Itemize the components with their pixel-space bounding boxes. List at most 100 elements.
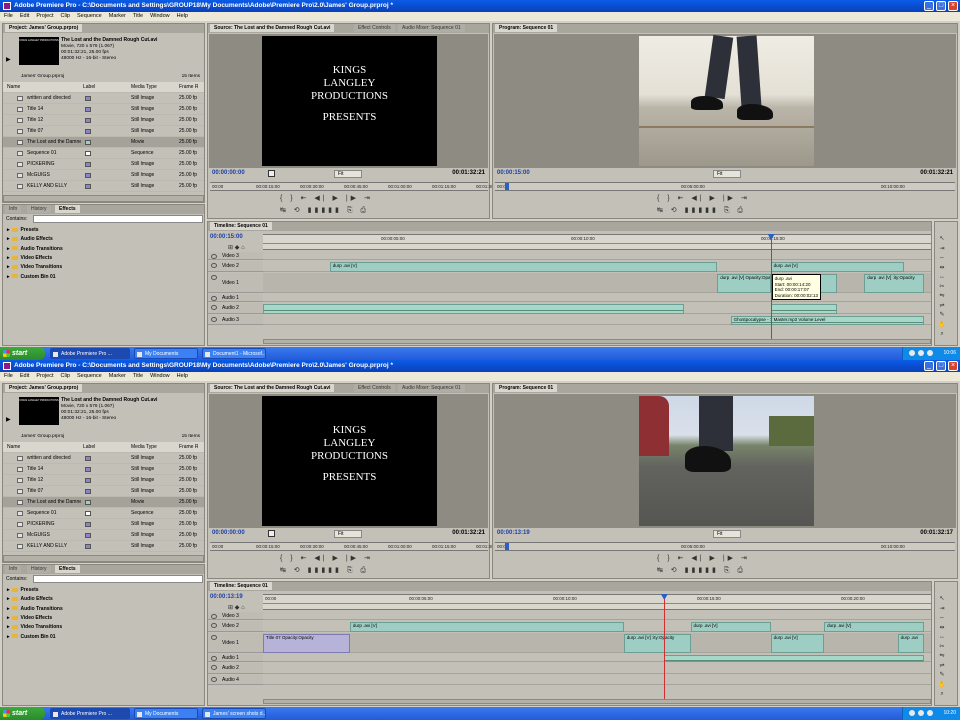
effects-folder[interactable]: ▸ Video Effects bbox=[7, 254, 52, 263]
effects-folder[interactable]: ▸ Presets bbox=[7, 586, 39, 595]
source-time-ruler[interactable]: 00:00 00:00:15:00 00:00:30:00 00:00:45:00 00… bbox=[210, 182, 495, 191]
menu-help[interactable]: Help bbox=[177, 373, 188, 379]
tray-icon[interactable] bbox=[927, 350, 933, 356]
effects-folder[interactable]: ▸ Audio Effects bbox=[7, 235, 53, 244]
project-item[interactable]: Sequence 01 Sequence 25.00 fp bbox=[3, 508, 204, 519]
eye-icon[interactable] bbox=[211, 254, 217, 259]
column-media-type[interactable]: Media Type bbox=[131, 442, 157, 453]
speaker-icon[interactable] bbox=[211, 677, 217, 682]
maximize-button[interactable]: □ bbox=[936, 361, 946, 371]
ripple-edit-icon[interactable]: ⇔ bbox=[938, 255, 946, 262]
source-transport-controls[interactable]: { } ⇤ ◀| ▶ |▶ ⇥ bbox=[280, 194, 373, 204]
program-time-ruler[interactable]: 00:00 00:05:00:00 00:10:00:00 bbox=[495, 542, 955, 551]
tab-source[interactable]: Source: The Lost and the Damned Rough Cu… bbox=[210, 384, 335, 392]
pen-icon[interactable]: ✎ bbox=[938, 312, 946, 319]
track-header[interactable]: Video 2 bbox=[208, 621, 263, 632]
effects-search-input[interactable] bbox=[33, 215, 203, 223]
pen-icon[interactable]: ✎ bbox=[938, 672, 946, 679]
speaker-icon[interactable] bbox=[211, 317, 217, 322]
expand-triangle-icon[interactable]: ▸ bbox=[7, 624, 10, 630]
menu-marker[interactable]: Marker bbox=[109, 373, 126, 379]
timeline-clip[interactable]: durp .avi [V] Opacity:Opacity bbox=[717, 274, 771, 293]
taskbar-item[interactable]: Adobe Premiere Pro ... bbox=[50, 708, 130, 719]
timeline-time-ruler[interactable]: 00:00:05:00 00:00:10:00 00:00:15:00 bbox=[263, 234, 931, 250]
maximize-button[interactable]: □ bbox=[936, 1, 946, 11]
effects-folder[interactable]: ▸ Video Effects bbox=[7, 614, 52, 623]
eye-icon[interactable] bbox=[211, 275, 217, 280]
slide-icon[interactable]: ⇌ bbox=[938, 663, 946, 670]
tab-source[interactable]: Source: The Lost and the Damned Rough Cu… bbox=[210, 24, 335, 32]
source-transport-controls[interactable]: { } ⇤ ◀| ▶ |▶ ⇥ bbox=[280, 554, 373, 564]
taskbar-item[interactable]: Document1 - Microsof... bbox=[202, 348, 266, 359]
project-item[interactable]: PICKERING Still Image 25.00 fp bbox=[3, 519, 204, 530]
tab-audio-mixer[interactable]: Audio Mixer: Sequence 01 bbox=[398, 24, 465, 32]
source-jog-controls[interactable]: ↹ ⟲ ▮▮▮▮▮ ⎘ ⎙ bbox=[280, 566, 369, 576]
timeline-clip[interactable]: Ghostpocalypse - 7 Master.mp3 Volume:Lev… bbox=[730, 316, 925, 325]
taskbar-item[interactable]: James' screen shots d... bbox=[202, 708, 266, 719]
column-name[interactable]: Name bbox=[7, 442, 20, 453]
timeline-clip[interactable]: durp .avi [V] bbox=[824, 622, 925, 632]
speaker-icon[interactable] bbox=[211, 305, 217, 310]
timeline-clip[interactable] bbox=[770, 304, 838, 314]
expand-triangle-icon[interactable]: ▸ bbox=[7, 274, 10, 280]
expand-triangle-icon[interactable]: ▸ bbox=[7, 587, 10, 593]
eye-icon[interactable] bbox=[211, 614, 217, 619]
timeline-scrollbar[interactable] bbox=[263, 339, 931, 344]
track-lane[interactable] bbox=[263, 252, 931, 260]
rolling-edit-icon[interactable]: ⇹ bbox=[938, 265, 946, 272]
expand-triangle-icon[interactable]: ▸ bbox=[7, 615, 10, 621]
tab-info[interactable]: Info bbox=[5, 205, 22, 213]
project-item[interactable]: McGUIGS Still Image 25.00 fp bbox=[3, 530, 204, 541]
eye-icon[interactable] bbox=[211, 635, 217, 640]
taskbar-item[interactable]: Adobe Premiere Pro ... bbox=[50, 348, 130, 359]
program-playhead-marker[interactable] bbox=[505, 543, 509, 550]
eye-icon[interactable] bbox=[211, 623, 217, 628]
tab-info[interactable]: Info bbox=[5, 565, 22, 573]
timeline-clip[interactable]: durp .avi [V] bbox=[770, 634, 825, 653]
menu-window[interactable]: Window bbox=[150, 373, 170, 379]
taskbar-item[interactable]: My Documents bbox=[134, 708, 198, 719]
timeline-clip[interactable]: durp .avi [V] bbox=[329, 262, 718, 272]
effects-folder[interactable]: ▸ Custom Bin 01 bbox=[7, 273, 56, 282]
column-frame-r[interactable]: Frame R bbox=[179, 442, 198, 453]
minimize-button[interactable]: _ bbox=[924, 1, 934, 11]
expand-triangle-icon[interactable]: ▸ bbox=[7, 596, 10, 602]
tab-effects[interactable]: Effects bbox=[55, 205, 80, 213]
effects-folder[interactable]: ▸ Presets bbox=[7, 226, 39, 235]
track-lane[interactable] bbox=[263, 633, 931, 653]
timeline-clip[interactable]: durp .avi [V] bbox=[690, 622, 771, 632]
project-item[interactable]: KELLY AND ELLY Still Image 25.00 fp bbox=[3, 181, 204, 192]
project-scrollbar[interactable] bbox=[3, 195, 204, 202]
program-transport-controls[interactable]: { } ⇤ ◀| ▶ |▶ ⇥ bbox=[657, 554, 750, 564]
play-thumbnail-button[interactable]: ▶ bbox=[6, 416, 11, 423]
menu-help[interactable]: Help bbox=[177, 13, 188, 19]
taskbar-item[interactable]: My Documents bbox=[134, 348, 198, 359]
track-lane[interactable] bbox=[263, 612, 931, 620]
slip-icon[interactable]: ⇋ bbox=[938, 293, 946, 300]
razor-icon[interactable]: ✂ bbox=[938, 644, 946, 651]
tab-project[interactable]: Project: James' Group.prproj bbox=[5, 24, 82, 32]
program-transport-controls[interactable]: { } ⇤ ◀| ▶ |▶ ⇥ bbox=[657, 194, 750, 204]
slide-icon[interactable]: ⇌ bbox=[938, 303, 946, 310]
track-select-icon[interactable]: ⇥ bbox=[938, 246, 946, 253]
project-item[interactable]: Sequence 01 Sequence 25.00 fp bbox=[3, 148, 204, 159]
source-time-ruler[interactable]: 00:00 00:00:15:00 00:00:30:00 00:00:45:00 00… bbox=[210, 542, 495, 551]
hand-icon[interactable]: ✋ bbox=[938, 682, 946, 689]
start-button[interactable]: start bbox=[0, 707, 45, 720]
column-name[interactable]: Name bbox=[7, 82, 20, 93]
menu-window[interactable]: Window bbox=[150, 13, 170, 19]
track-header[interactable]: Audio 2 bbox=[208, 663, 263, 674]
menu-edit[interactable]: Edit bbox=[20, 13, 29, 19]
timeline-clip[interactable]: durp .avi [V] bbox=[349, 622, 624, 632]
close-button[interactable]: × bbox=[948, 1, 958, 11]
source-jog-controls[interactable]: ↹ ⟲ ▮▮▮▮▮ ⎘ ⎙ bbox=[280, 206, 369, 216]
project-item[interactable]: Title 14 Still Image 25.00 fp bbox=[3, 104, 204, 115]
timeline-clip[interactable] bbox=[263, 304, 684, 314]
speaker-icon[interactable] bbox=[211, 665, 217, 670]
speaker-icon[interactable] bbox=[211, 656, 217, 661]
track-lane[interactable] bbox=[263, 675, 931, 685]
minimize-button[interactable]: _ bbox=[924, 361, 934, 371]
project-item[interactable]: Title 07 Still Image 25.00 fp bbox=[3, 486, 204, 497]
menu-project[interactable]: Project bbox=[36, 13, 53, 19]
tray-icon[interactable] bbox=[909, 350, 915, 356]
